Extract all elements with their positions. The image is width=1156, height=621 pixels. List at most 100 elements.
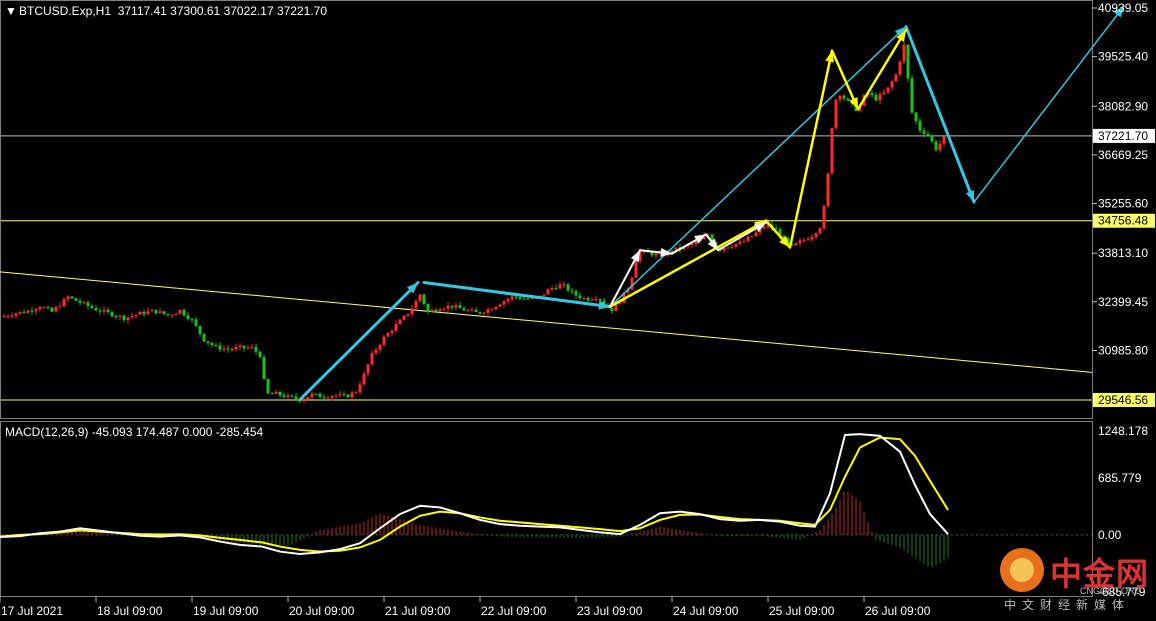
candle-body	[38, 307, 42, 310]
candle-body	[290, 395, 294, 397]
candle-body	[454, 305, 458, 308]
candle-body	[442, 308, 446, 310]
candle-body	[482, 312, 486, 314]
macd-pane-frame	[0, 421, 1093, 597]
candle-body	[194, 319, 198, 326]
candle-body	[106, 309, 110, 312]
candle-body	[186, 315, 190, 320]
candle-body	[918, 120, 922, 131]
candle-body	[206, 341, 210, 343]
candle-body	[690, 243, 694, 246]
candle-body	[130, 315, 134, 318]
candle-body	[890, 81, 894, 88]
time-tick-label: 21 Jul 09:00	[385, 604, 451, 618]
candle-body	[826, 173, 830, 207]
candle-body	[190, 319, 194, 321]
candle-body	[410, 308, 414, 315]
candle-body	[734, 243, 738, 247]
time-tick-label: 18 Jul 09:00	[97, 604, 163, 618]
candle-body	[66, 296, 70, 300]
candle-body	[838, 95, 842, 100]
candle-body	[162, 311, 166, 314]
candle-body	[806, 239, 810, 241]
candle-body	[722, 248, 726, 251]
candle-body	[326, 397, 330, 399]
candle-body	[18, 311, 22, 314]
candle-body	[218, 345, 222, 350]
candle-body	[370, 352, 374, 365]
time-tick-label: 25 Jul 09:00	[769, 604, 835, 618]
candle-body	[182, 309, 186, 316]
candle-body	[166, 313, 170, 316]
wave-arrow-head	[630, 250, 640, 263]
price-tick-label: 38082.90	[1098, 99, 1148, 113]
candle-body	[478, 311, 482, 314]
candle-body	[242, 345, 246, 348]
candle-body	[70, 296, 74, 299]
candle-body	[462, 308, 466, 311]
candle-body	[270, 393, 274, 395]
candle-body	[486, 309, 490, 313]
candle-body	[222, 348, 226, 350]
candle-body	[354, 392, 358, 394]
candle-body	[394, 324, 398, 331]
candle-body	[822, 206, 826, 229]
candle-body	[794, 243, 798, 246]
trend-arrow	[422, 281, 612, 309]
candle-body	[586, 297, 590, 301]
candle-body	[922, 130, 926, 135]
candle-body	[618, 303, 622, 305]
candle-body	[158, 311, 162, 314]
level-price-label: 34756.48	[1098, 214, 1148, 228]
candle-body	[146, 311, 150, 315]
candle-body	[314, 393, 318, 395]
candle-body	[250, 346, 254, 348]
candle-body	[670, 250, 674, 252]
candle-body	[914, 112, 918, 121]
watermark-tagline: 中文财经新媒体	[1004, 598, 1131, 612]
candle-body	[554, 288, 558, 290]
candle-body	[558, 284, 562, 289]
axis-layer: 40939.05 39525.40 38082.90 36669.25 35255.60…	[0, 1, 1155, 618]
candle-body	[542, 294, 546, 296]
candle-body	[886, 87, 890, 93]
candle-body	[42, 307, 46, 309]
candle-body	[650, 252, 654, 256]
candle-body	[238, 345, 242, 347]
macd-header: MACD(12,26,9) -45.093 174.487 0.000 -285…	[5, 425, 264, 439]
candle-body	[234, 346, 238, 350]
candle-body	[518, 296, 522, 299]
candle-body	[406, 314, 410, 316]
candle-body	[550, 288, 554, 290]
macd-tick-label: 685.779	[1098, 471, 1142, 485]
watermark-site: CNGOLD.ORG	[1080, 586, 1142, 596]
candle-body	[470, 309, 474, 311]
candle-body	[726, 247, 730, 249]
current-price-label: 37221.70	[1098, 129, 1148, 143]
candle-body	[134, 314, 138, 316]
price-tick-label: 36669.25	[1098, 148, 1148, 162]
candle-body	[58, 306, 62, 308]
candle-body	[398, 319, 402, 325]
candle-body	[870, 93, 874, 95]
candle-body	[594, 299, 598, 301]
candle-body	[498, 304, 502, 307]
wave-arrow	[788, 49, 834, 249]
macd-tick-label: 0.00	[1098, 528, 1122, 542]
candle-body	[286, 395, 290, 398]
candle-body	[114, 316, 118, 318]
candle-body	[474, 309, 478, 312]
time-tick-label: 19 Jul 09:00	[193, 604, 259, 618]
candle-body	[910, 78, 914, 113]
symbol-header: BTCUSD.Exp,H1 37117.41 37300.61 37022.17…	[19, 4, 327, 18]
candle-body	[898, 61, 902, 75]
candle-body	[418, 294, 422, 302]
candle-body	[214, 344, 218, 346]
candle-body	[386, 333, 390, 337]
candle-body	[178, 309, 182, 314]
candle-body	[366, 364, 370, 374]
candle-body	[942, 136, 946, 144]
chart-header-arrow-icon[interactable]: ▼	[5, 4, 17, 18]
candle-body	[522, 298, 526, 300]
candle-body	[590, 299, 594, 301]
